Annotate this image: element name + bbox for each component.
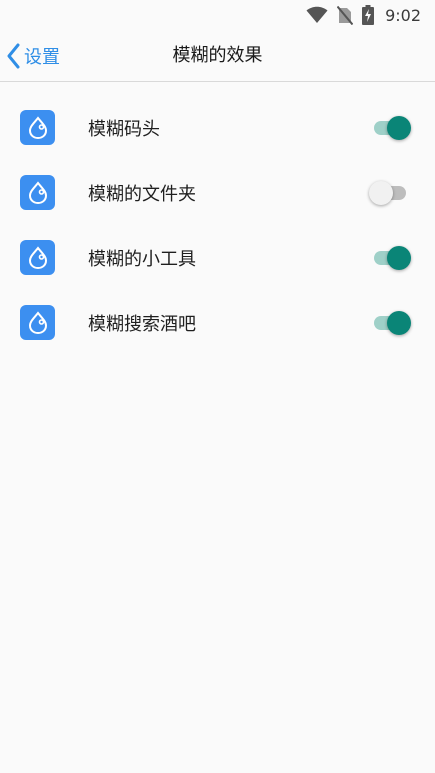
settings-list: 模糊码头 模糊的文件夹 模糊的小工具 模糊搜索酒吧 [0,95,435,355]
navigation-bar: 设置 模糊的效果 [0,30,435,82]
page-title: 模糊的效果 [172,45,263,66]
status-bar: 9:02 [0,0,435,30]
chevron-left-icon [7,43,20,69]
list-item-blur-widget: 模糊的小工具 [0,225,435,290]
drop-icon [20,175,55,210]
toggle-thumb [369,180,393,205]
drop-icon [20,110,55,145]
toggle-switch[interactable] [369,178,411,208]
toggle-thumb [387,245,411,270]
no-sim-icon [337,5,354,25]
list-item-label: 模糊码头 [88,118,160,140]
drop-icon [20,240,55,275]
toggle-switch[interactable] [371,243,411,273]
list-item-blur-folder: 模糊的文件夹 [0,160,435,225]
list-item-blur-search-bar: 模糊搜索酒吧 [0,290,435,355]
list-item-label: 模糊搜索酒吧 [88,313,196,335]
drop-icon [20,305,55,340]
toggle-thumb [387,115,411,140]
back-label: 设置 [24,47,60,68]
battery-charging-icon [362,5,375,25]
list-item-blur-dock: 模糊码头 [0,95,435,160]
toggle-thumb [387,310,411,335]
toggle-switch[interactable] [371,308,411,338]
list-item-label: 模糊的文件夹 [88,183,196,205]
toggle-switch[interactable] [371,113,411,143]
back-button[interactable]: 设置 [6,30,60,82]
status-time: 9:02 [385,5,421,25]
wifi-icon [306,6,328,23]
list-item-label: 模糊的小工具 [88,248,196,270]
